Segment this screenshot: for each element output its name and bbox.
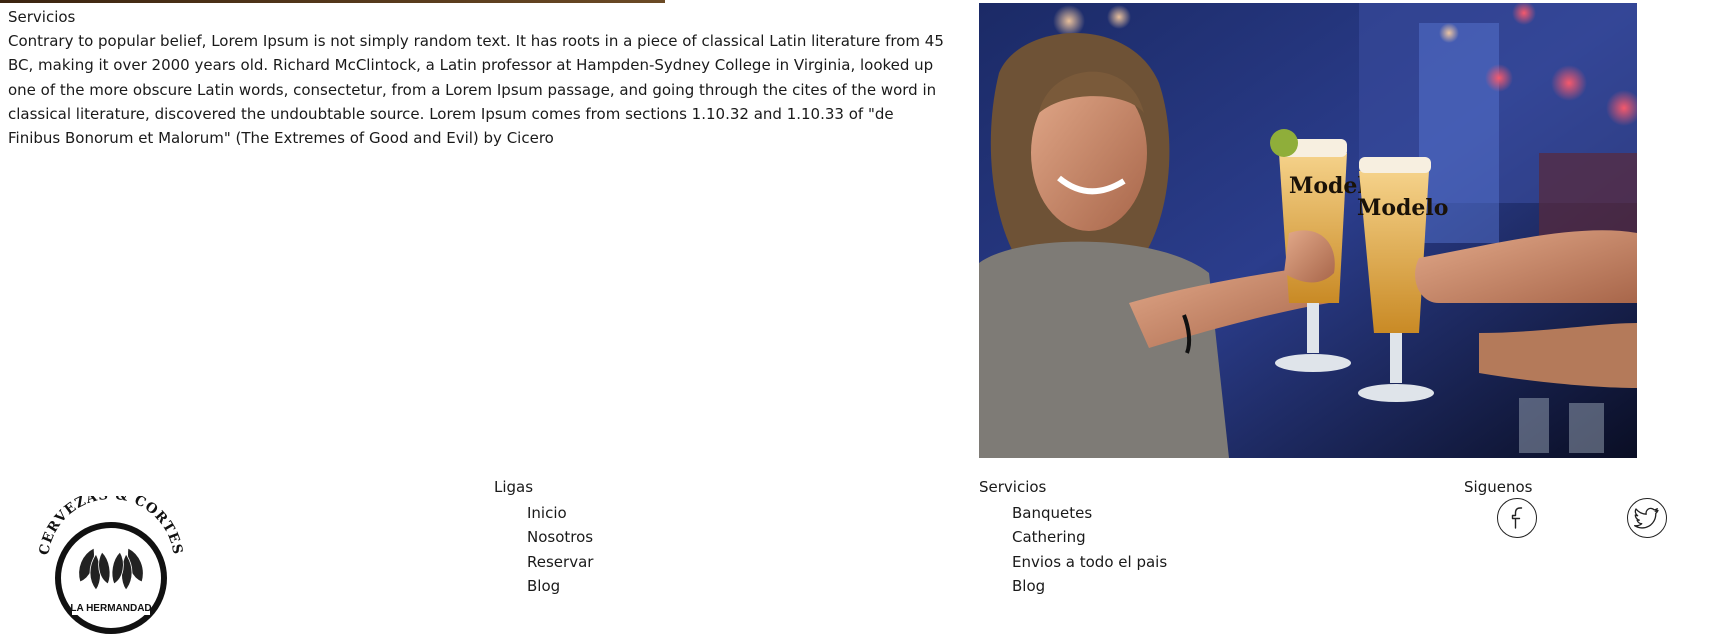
twitter-button[interactable] — [1627, 498, 1667, 538]
section-title: Servicios — [8, 8, 76, 26]
twitter-icon — [1634, 507, 1659, 529]
list-item: Cathering — [1012, 525, 1167, 549]
footer-social-column: Siguenos — [1464, 477, 1532, 497]
facebook-button[interactable] — [1497, 498, 1537, 538]
section-description: Contrary to popular belief, Lorem Ipsum … — [8, 32, 944, 148]
top-accent-bar — [0, 0, 665, 3]
list-item: Nosotros — [527, 525, 593, 549]
list-item: Envios a todo el pais — [1012, 550, 1167, 574]
list-item: Blog — [527, 574, 593, 598]
link-reservar[interactable]: Reservar — [527, 553, 593, 571]
link-cathering[interactable]: Cathering — [1012, 528, 1086, 546]
link-blog[interactable]: Blog — [527, 577, 560, 595]
footer-links-list: Inicio Nosotros Reservar Blog — [494, 501, 593, 598]
footer-social-title: Siguenos — [1464, 478, 1533, 496]
link-inicio[interactable]: Inicio — [527, 504, 567, 522]
link-envios[interactable]: Envios a todo el pais — [1012, 553, 1167, 571]
footer-services-list: Banquetes Cathering Envios a todo el pai… — [979, 501, 1167, 598]
footer-services-column: Servicios Banquetes Cathering Envios a t… — [979, 477, 1167, 598]
logo-banner-text: LA HERMANDAD — [70, 603, 151, 614]
link-banquetes[interactable]: Banquetes — [1012, 504, 1092, 522]
link-services-blog[interactable]: Blog — [1012, 577, 1045, 595]
footer-links-title: Ligas — [494, 478, 534, 496]
glass-brand-right: Modelo — [1357, 195, 1448, 221]
link-nosotros[interactable]: Nosotros — [527, 528, 593, 546]
footer-services-title: Servicios — [979, 478, 1047, 496]
facebook-icon — [1511, 507, 1523, 529]
hero-photo: Modelo Modelo — [979, 3, 1637, 458]
list-item: Banquetes — [1012, 501, 1167, 525]
list-item: Reservar — [527, 550, 593, 574]
list-item: Inicio — [527, 501, 593, 525]
footer-links-column: Ligas Inicio Nosotros Reservar Blog — [494, 477, 593, 598]
brand-logo[interactable]: CERVEZAS & CORTES LA HERMANDAD — [38, 496, 184, 634]
list-item: Blog — [1012, 574, 1167, 598]
